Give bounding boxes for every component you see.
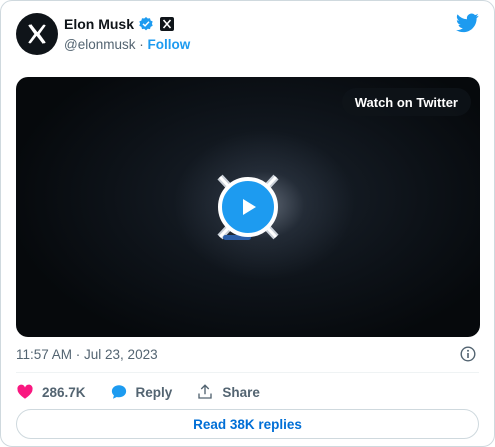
divider [16, 372, 479, 373]
author-name[interactable]: Elon Musk [64, 16, 134, 32]
twitter-bird-icon[interactable] [456, 13, 479, 33]
share-icon [198, 384, 212, 399]
watch-on-twitter-button[interactable]: Watch on Twitter [341, 88, 471, 116]
avatar[interactable] [16, 13, 58, 55]
tweet-actions: 286.7K Reply Share [16, 381, 284, 403]
author-name-row: Elon Musk [64, 16, 175, 32]
tweet-card: Elon Musk @elonmusk · Follow Watch on Tw… [0, 0, 495, 447]
video-player[interactable]: Watch on Twitter [16, 77, 480, 337]
verified-badge-icon [139, 17, 153, 31]
reply-label: Reply [135, 384, 173, 400]
author-handle-row: @elonmusk · Follow [64, 37, 190, 52]
play-icon [243, 199, 256, 215]
x-affiliate-badge-icon [160, 17, 175, 31]
play-button[interactable] [218, 177, 278, 237]
heart-icon [17, 384, 33, 399]
info-icon[interactable] [460, 346, 476, 362]
tweet-timestamp[interactable]: 11:57 AM · Jul 23, 2023 [16, 347, 158, 362]
author-handle[interactable]: @elonmusk [64, 37, 135, 52]
x-logo-icon [28, 24, 46, 44]
share-label: Share [222, 384, 260, 400]
reply-bubble-icon [111, 385, 126, 399]
separator-dot: · [135, 37, 148, 52]
follow-button[interactable]: Follow [147, 37, 190, 52]
like-button[interactable]: 286.7K [16, 383, 86, 401]
tweet-header: Elon Musk @elonmusk · Follow [16, 13, 479, 57]
reply-button[interactable]: Reply [110, 383, 173, 401]
like-count: 286.7K [42, 384, 86, 400]
read-replies-button[interactable]: Read 38K replies [16, 409, 479, 439]
share-button[interactable]: Share [196, 383, 260, 401]
